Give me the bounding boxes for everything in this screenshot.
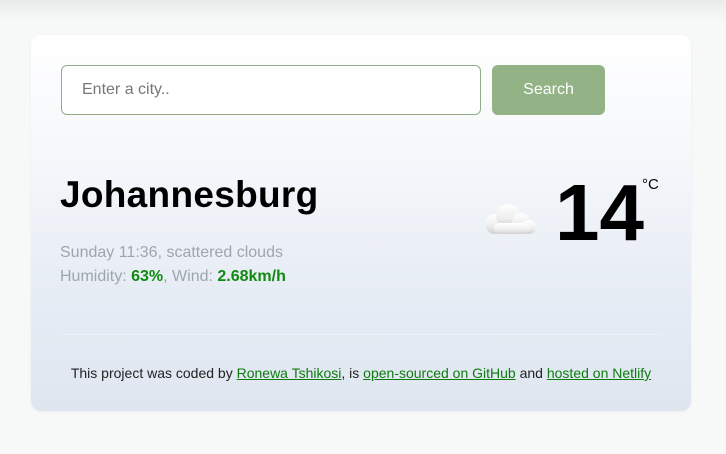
author-link[interactable]: Ronewa Tshikosi (237, 365, 342, 381)
divider (61, 334, 661, 335)
footer-and: and (515, 365, 547, 381)
humidity-label: Humidity: (60, 268, 132, 285)
day-time: Sunday 11:36 (60, 244, 158, 261)
temperature-unit: °C (642, 176, 659, 193)
weather-details: Sunday 11:36, scattered clouds Humidity:… (60, 241, 286, 289)
humidity-value: 63% (131, 268, 164, 285)
search-button[interactable]: Search (492, 65, 605, 115)
netlify-link[interactable]: hosted on Netlify (547, 365, 651, 381)
footer-prefix: This project was coded by (70, 365, 237, 381)
cloud-icon (485, 204, 536, 234)
weather-app-card: Search Johannesburg Sunday 11:36, scatte… (31, 35, 691, 411)
humidity-wind-line: Humidity: 63%, Wind: 2.68km/h (60, 265, 286, 289)
footer-middle: , is (341, 365, 364, 381)
date-description-line: Sunday 11:36, scattered clouds (60, 241, 286, 265)
top-shadow (0, 0, 726, 20)
city-search-input[interactable] (61, 65, 481, 115)
city-name: Johannesburg (60, 174, 319, 215)
wind-label: , Wind: (163, 268, 218, 285)
footer: This project was coded by Ronewa Tshikos… (31, 365, 691, 381)
weather-description: scattered clouds (166, 244, 283, 261)
wind-value: 2.68km/h (217, 268, 286, 285)
github-link[interactable]: open-sourced on GitHub (363, 365, 516, 381)
temperature-value: 14 (555, 168, 644, 257)
